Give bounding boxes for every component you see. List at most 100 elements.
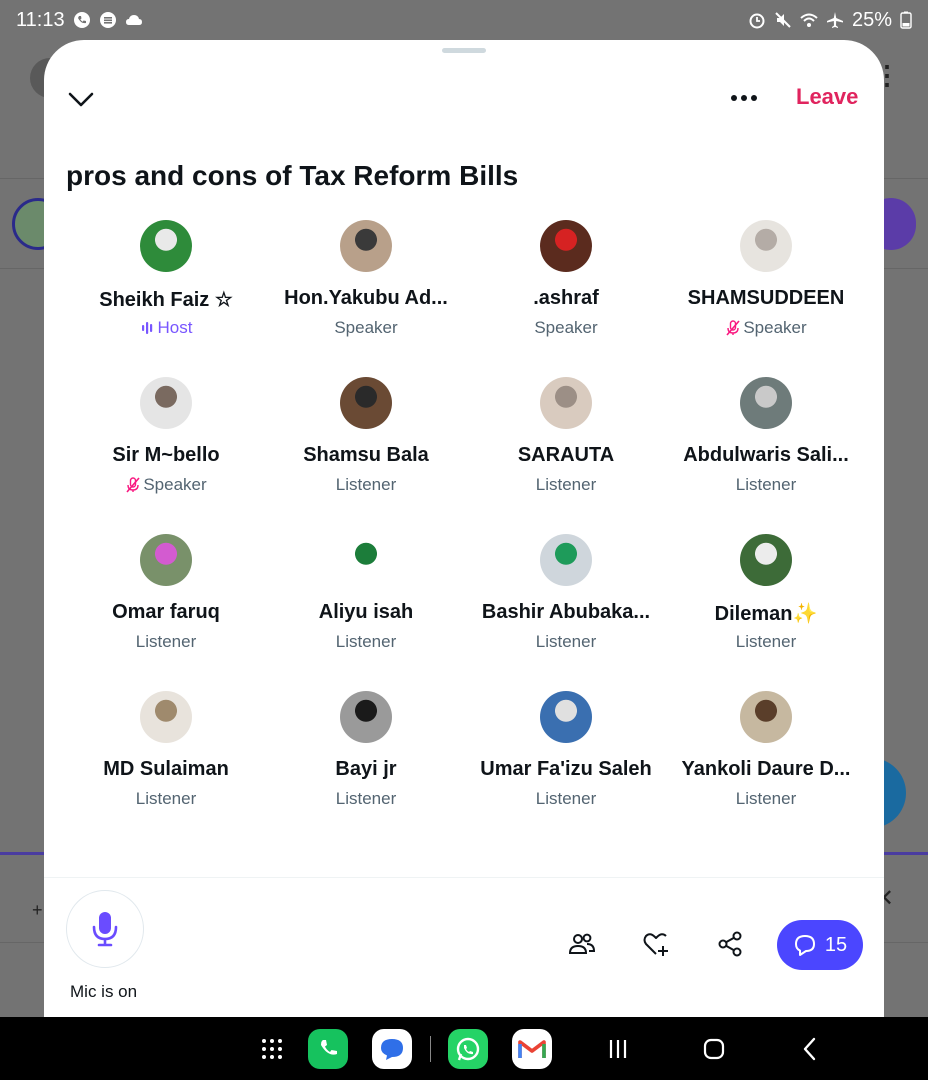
participant-role: Listener <box>266 475 466 495</box>
participant-role: Listener <box>466 475 666 495</box>
drag-handle[interactable] <box>442 48 486 53</box>
chevron-down-icon[interactable] <box>66 86 96 112</box>
dot <box>751 95 757 101</box>
participant-name: .ashraf <box>533 287 599 309</box>
participant-card[interactable]: SARAUTA Listener <box>466 377 666 527</box>
participant-name: Sheikh Faiz ☆ <box>99 289 233 311</box>
participant-grid: Sheikh Faiz ☆ Host Hon.Yakubu Ad... Speaker… <box>66 220 866 878</box>
back-icon[interactable] <box>790 1029 830 1069</box>
gmail-app-icon[interactable] <box>512 1029 552 1069</box>
participant-card[interactable]: Omar faruq Listener <box>66 534 266 684</box>
divider-icon <box>424 1029 436 1069</box>
participant-name: SARAUTA <box>517 444 615 466</box>
participant-card[interactable]: Abdulwaris Sali... Listener <box>666 377 866 527</box>
avatar[interactable] <box>740 220 792 272</box>
battery-icon <box>900 11 912 29</box>
avatar[interactable] <box>340 220 392 272</box>
dot <box>741 95 747 101</box>
audio-icon <box>99 12 116 28</box>
participant-card[interactable]: Bayi jr Listener <box>266 691 466 841</box>
participant-name: Hon.Yakubu Ad... <box>284 287 448 309</box>
avatar[interactable] <box>540 220 592 272</box>
role-label: Speaker <box>334 318 398 337</box>
participant-role: Listener <box>466 632 666 652</box>
avatar[interactable] <box>740 534 792 586</box>
participant-card[interactable]: Bashir Abubaka... Listener <box>466 534 666 684</box>
mic-button[interactable] <box>66 890 144 968</box>
participant-role: Speaker <box>466 318 666 338</box>
battery-percent: 25% <box>851 8 892 31</box>
avatar[interactable] <box>340 534 392 586</box>
participant-card[interactable]: Dileman✨ Listener <box>666 534 866 684</box>
participant-card[interactable]: .ashraf Speaker <box>466 220 666 370</box>
participant-card[interactable]: SHAMSUDDEEN Speaker <box>666 220 866 370</box>
comment-count: 15 <box>824 933 848 956</box>
whatsapp-app-icon[interactable] <box>448 1029 488 1069</box>
footer-divider <box>44 877 884 878</box>
background-plus-icon: + <box>32 900 43 920</box>
alarm-icon <box>749 13 765 29</box>
avatar[interactable] <box>540 534 592 586</box>
participant-role: Speaker <box>66 475 266 495</box>
speaking-icon <box>141 322 152 334</box>
participant-card[interactable]: Umar Fa'izu Saleh Listener <box>466 691 666 841</box>
phone-app-icon[interactable] <box>308 1029 348 1069</box>
mic-status-label: Mic is on <box>70 982 138 1001</box>
comments-button[interactable]: 15 <box>777 920 863 970</box>
avatar[interactable] <box>340 691 392 743</box>
participant-name: Bashir Abubaka... <box>481 601 651 623</box>
app-drawer-icon[interactable] <box>252 1029 292 1069</box>
space-title: pros and cons of Tax Reform Bills <box>66 160 519 191</box>
participant-name: Dileman✨ <box>714 603 818 625</box>
people-icon[interactable] <box>568 930 596 958</box>
status-time: 11:13 <box>16 8 65 31</box>
participant-name: MD Sulaiman <box>103 758 229 780</box>
avatar[interactable] <box>740 377 792 429</box>
participant-name: Bayi jr <box>335 758 397 780</box>
avatar[interactable] <box>540 691 592 743</box>
wifi-icon <box>800 13 818 27</box>
comment-icon <box>794 935 815 956</box>
mic-muted-icon <box>126 477 140 493</box>
role-label: Speaker <box>534 318 598 337</box>
leave-button[interactable]: Leave <box>796 84 858 110</box>
heart-plus-icon[interactable] <box>642 930 670 958</box>
participant-card[interactable]: Sir M~bello Speaker <box>66 377 266 527</box>
share-icon[interactable] <box>716 930 744 958</box>
participant-card[interactable]: Shamsu Bala Listener <box>266 377 466 527</box>
mute-icon <box>775 12 791 28</box>
role-label: Listener <box>535 475 597 494</box>
participant-name: Yankoli Daure D... <box>681 758 851 780</box>
participant-card[interactable]: Sheikh Faiz ☆ Host <box>66 220 266 370</box>
role-label: Listener <box>535 789 597 808</box>
participant-role: Listener <box>466 789 666 809</box>
avatar[interactable] <box>540 377 592 429</box>
participant-name: Abdulwaris Sali... <box>683 444 849 466</box>
recent-apps-icon[interactable] <box>598 1029 638 1069</box>
cloud-icon <box>125 15 142 25</box>
participant-role: Host <box>66 318 266 338</box>
role-label: Speaker <box>143 475 207 494</box>
messages-app-icon[interactable] <box>372 1029 412 1069</box>
participant-card[interactable]: Yankoli Daure D... Listener <box>666 691 866 841</box>
role-label: Host <box>157 318 193 337</box>
participant-card[interactable]: Hon.Yakubu Ad... Speaker <box>266 220 466 370</box>
avatar[interactable] <box>740 691 792 743</box>
participant-name: Shamsu Bala <box>303 444 429 466</box>
home-icon[interactable] <box>694 1029 734 1069</box>
participant-card[interactable]: Aliyu isah Listener <box>266 534 466 684</box>
avatar[interactable] <box>140 691 192 743</box>
navigation-bar <box>0 1017 928 1080</box>
participant-name: Omar faruq <box>112 601 220 623</box>
role-label: Listener <box>335 475 397 494</box>
avatar[interactable] <box>140 534 192 586</box>
more-options-button[interactable] <box>726 84 762 112</box>
avatar[interactable] <box>140 220 192 272</box>
participant-role: Listener <box>666 475 866 495</box>
participant-role: Listener <box>666 789 866 809</box>
avatar[interactable] <box>140 377 192 429</box>
participant-role: Listener <box>666 632 866 652</box>
avatar[interactable] <box>340 377 392 429</box>
participant-card[interactable]: MD Sulaiman Listener <box>66 691 266 841</box>
dot <box>731 95 737 101</box>
